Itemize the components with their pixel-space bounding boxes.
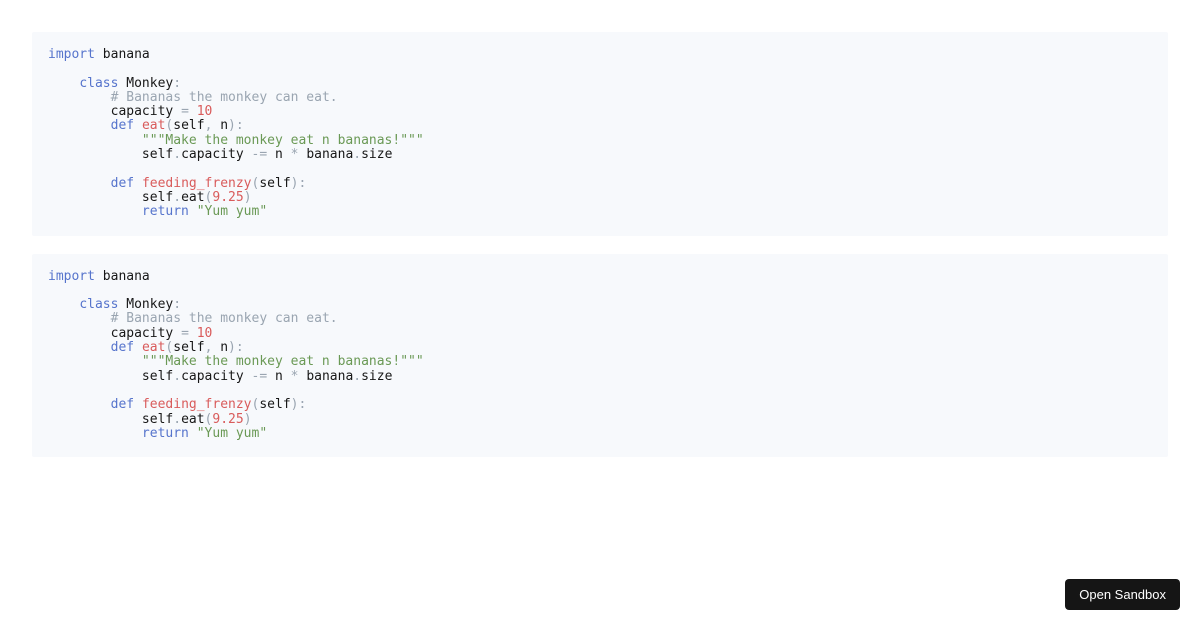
open-sandbox-button[interactable]: Open Sandbox [1065,579,1180,610]
code-block-1: import banana class Monkey: # Bananas th… [32,32,1168,236]
code-block-2: import banana class Monkey: # Bananas th… [32,254,1168,458]
page-content: import banana class Monkey: # Bananas th… [0,0,1200,507]
